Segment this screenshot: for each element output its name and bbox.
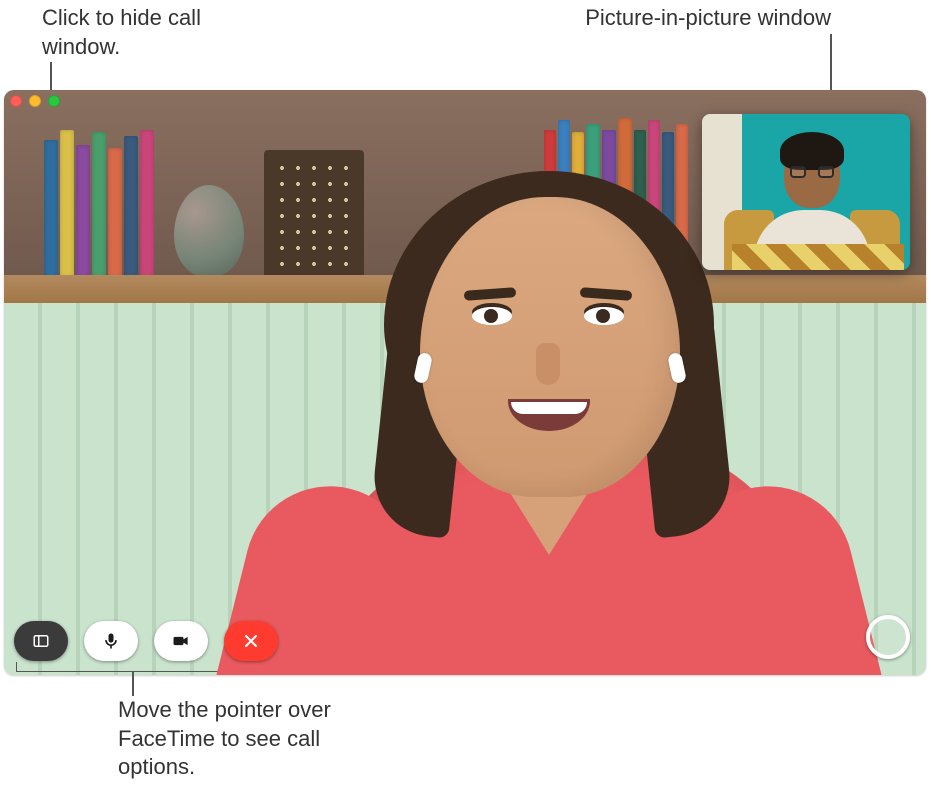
- callout-call-options: Move the pointer over FaceTime to see ca…: [118, 696, 358, 782]
- camera-toggle-button[interactable]: [154, 621, 208, 661]
- callout-bracket: [16, 662, 248, 672]
- facetime-call-window: [4, 90, 926, 675]
- window-close-button[interactable]: [10, 95, 22, 107]
- close-icon: [241, 631, 261, 651]
- window-fullscreen-button[interactable]: [48, 95, 60, 107]
- end-call-button[interactable]: [224, 621, 278, 661]
- call-controls-toolbar: [14, 621, 278, 661]
- window-traffic-lights: [10, 95, 60, 107]
- sidebar-icon: [32, 632, 50, 650]
- video-camera-icon: [171, 631, 191, 651]
- microphone-icon: [101, 631, 121, 651]
- live-photo-button[interactable]: [866, 615, 910, 659]
- window-minimize-button[interactable]: [29, 95, 41, 107]
- callout-pip: Picture-in-picture window: [571, 4, 831, 33]
- leader-line: [132, 672, 134, 696]
- toggle-sidebar-button[interactable]: [14, 621, 68, 661]
- callout-hide-window: Click to hide call window.: [42, 4, 222, 61]
- mute-button[interactable]: [84, 621, 138, 661]
- picture-in-picture-self-view[interactable]: [702, 114, 910, 270]
